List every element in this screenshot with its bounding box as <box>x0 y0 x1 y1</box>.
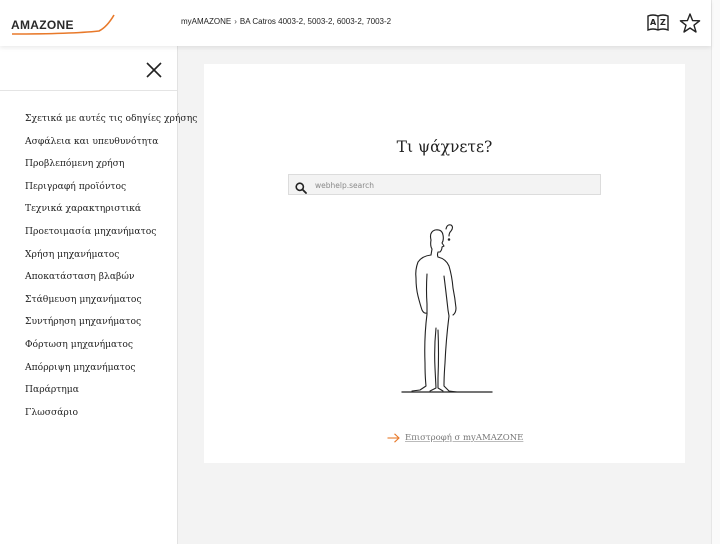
page-scrollbar[interactable] <box>711 0 720 544</box>
star-icon[interactable] <box>679 13 701 33</box>
search-icon <box>295 179 307 194</box>
svg-text:A: A <box>650 18 657 27</box>
amazone-logo[interactable]: AMAZONE <box>11 13 117 37</box>
breadcrumb-separator: › <box>234 17 237 26</box>
sidebar-item[interactable]: Περιγραφή προϊόντος <box>0 176 177 199</box>
sidebar-item[interactable]: Αποκατάσταση βλαβών <box>0 266 177 289</box>
search-input[interactable] <box>315 177 585 193</box>
sidebar-item[interactable]: Προετοιμασία μηχανήματος <box>0 221 177 244</box>
main-content: Τι ψάχνετε? webhelp.search Επιστροφή σ m… <box>204 64 685 463</box>
sidebar-item[interactable]: Συντήρηση μηχανήματος <box>0 311 177 334</box>
sidebar-item[interactable]: Γλωσσάριο <box>0 402 177 425</box>
sidebar-item[interactable]: Παράρτημα <box>0 379 177 402</box>
breadcrumb-current: BA Catros 4003-2, 5003-2, 6003-2, 7003-2 <box>239 17 392 26</box>
sidebar-item[interactable]: Χρήση μηχανήματος <box>0 244 177 267</box>
sidebar-item[interactable]: Απόρριψη μηχανήματος <box>0 357 177 380</box>
sidebar: Σχετικά με αυτές τις οδηγίες χρήσης Ασφά… <box>0 46 197 544</box>
sidebar-top-bar <box>0 46 177 91</box>
sidebar-item[interactable]: Προβλεπόμενη χρήση <box>0 153 177 176</box>
sidebar-item[interactable]: Ασφάλεια και υπευθυνότητα <box>0 131 177 154</box>
breadcrumb: myAMAZONE › BA Catros 4003-2, 5003-2, 6003… <box>181 17 391 26</box>
top-header: AMAZONE myAMAZONE › BA Catros 4003-2, 5003… <box>0 0 711 46</box>
sidebar-item[interactable]: Φόρτωση μηχανήματος <box>0 334 177 357</box>
back-link-label: Επιστροφή σ myAMAZONE <box>405 433 524 443</box>
dictionary-icon[interactable]: A Z <box>647 13 669 33</box>
sidebar-item[interactable]: Στάθμευση μηχανήματος <box>0 289 177 312</box>
page-title: Τι ψάχνετε? <box>396 138 493 156</box>
search-box[interactable] <box>288 174 601 195</box>
sidebar-nav: Σχετικά με αυτές τις οδηγίες χρήσης Ασφά… <box>0 91 197 425</box>
sidebar-item[interactable]: Τεχνικά χαρακτηριστικά <box>0 198 177 221</box>
breadcrumb-root-link[interactable]: myAMAZONE <box>181 17 231 26</box>
close-icon[interactable] <box>145 61 163 79</box>
svg-text:Z: Z <box>660 18 666 27</box>
sidebar-item[interactable]: Σχετικά με αυτές τις οδηγίες χρήσης <box>0 108 197 131</box>
confused-person-illustration <box>394 218 494 398</box>
